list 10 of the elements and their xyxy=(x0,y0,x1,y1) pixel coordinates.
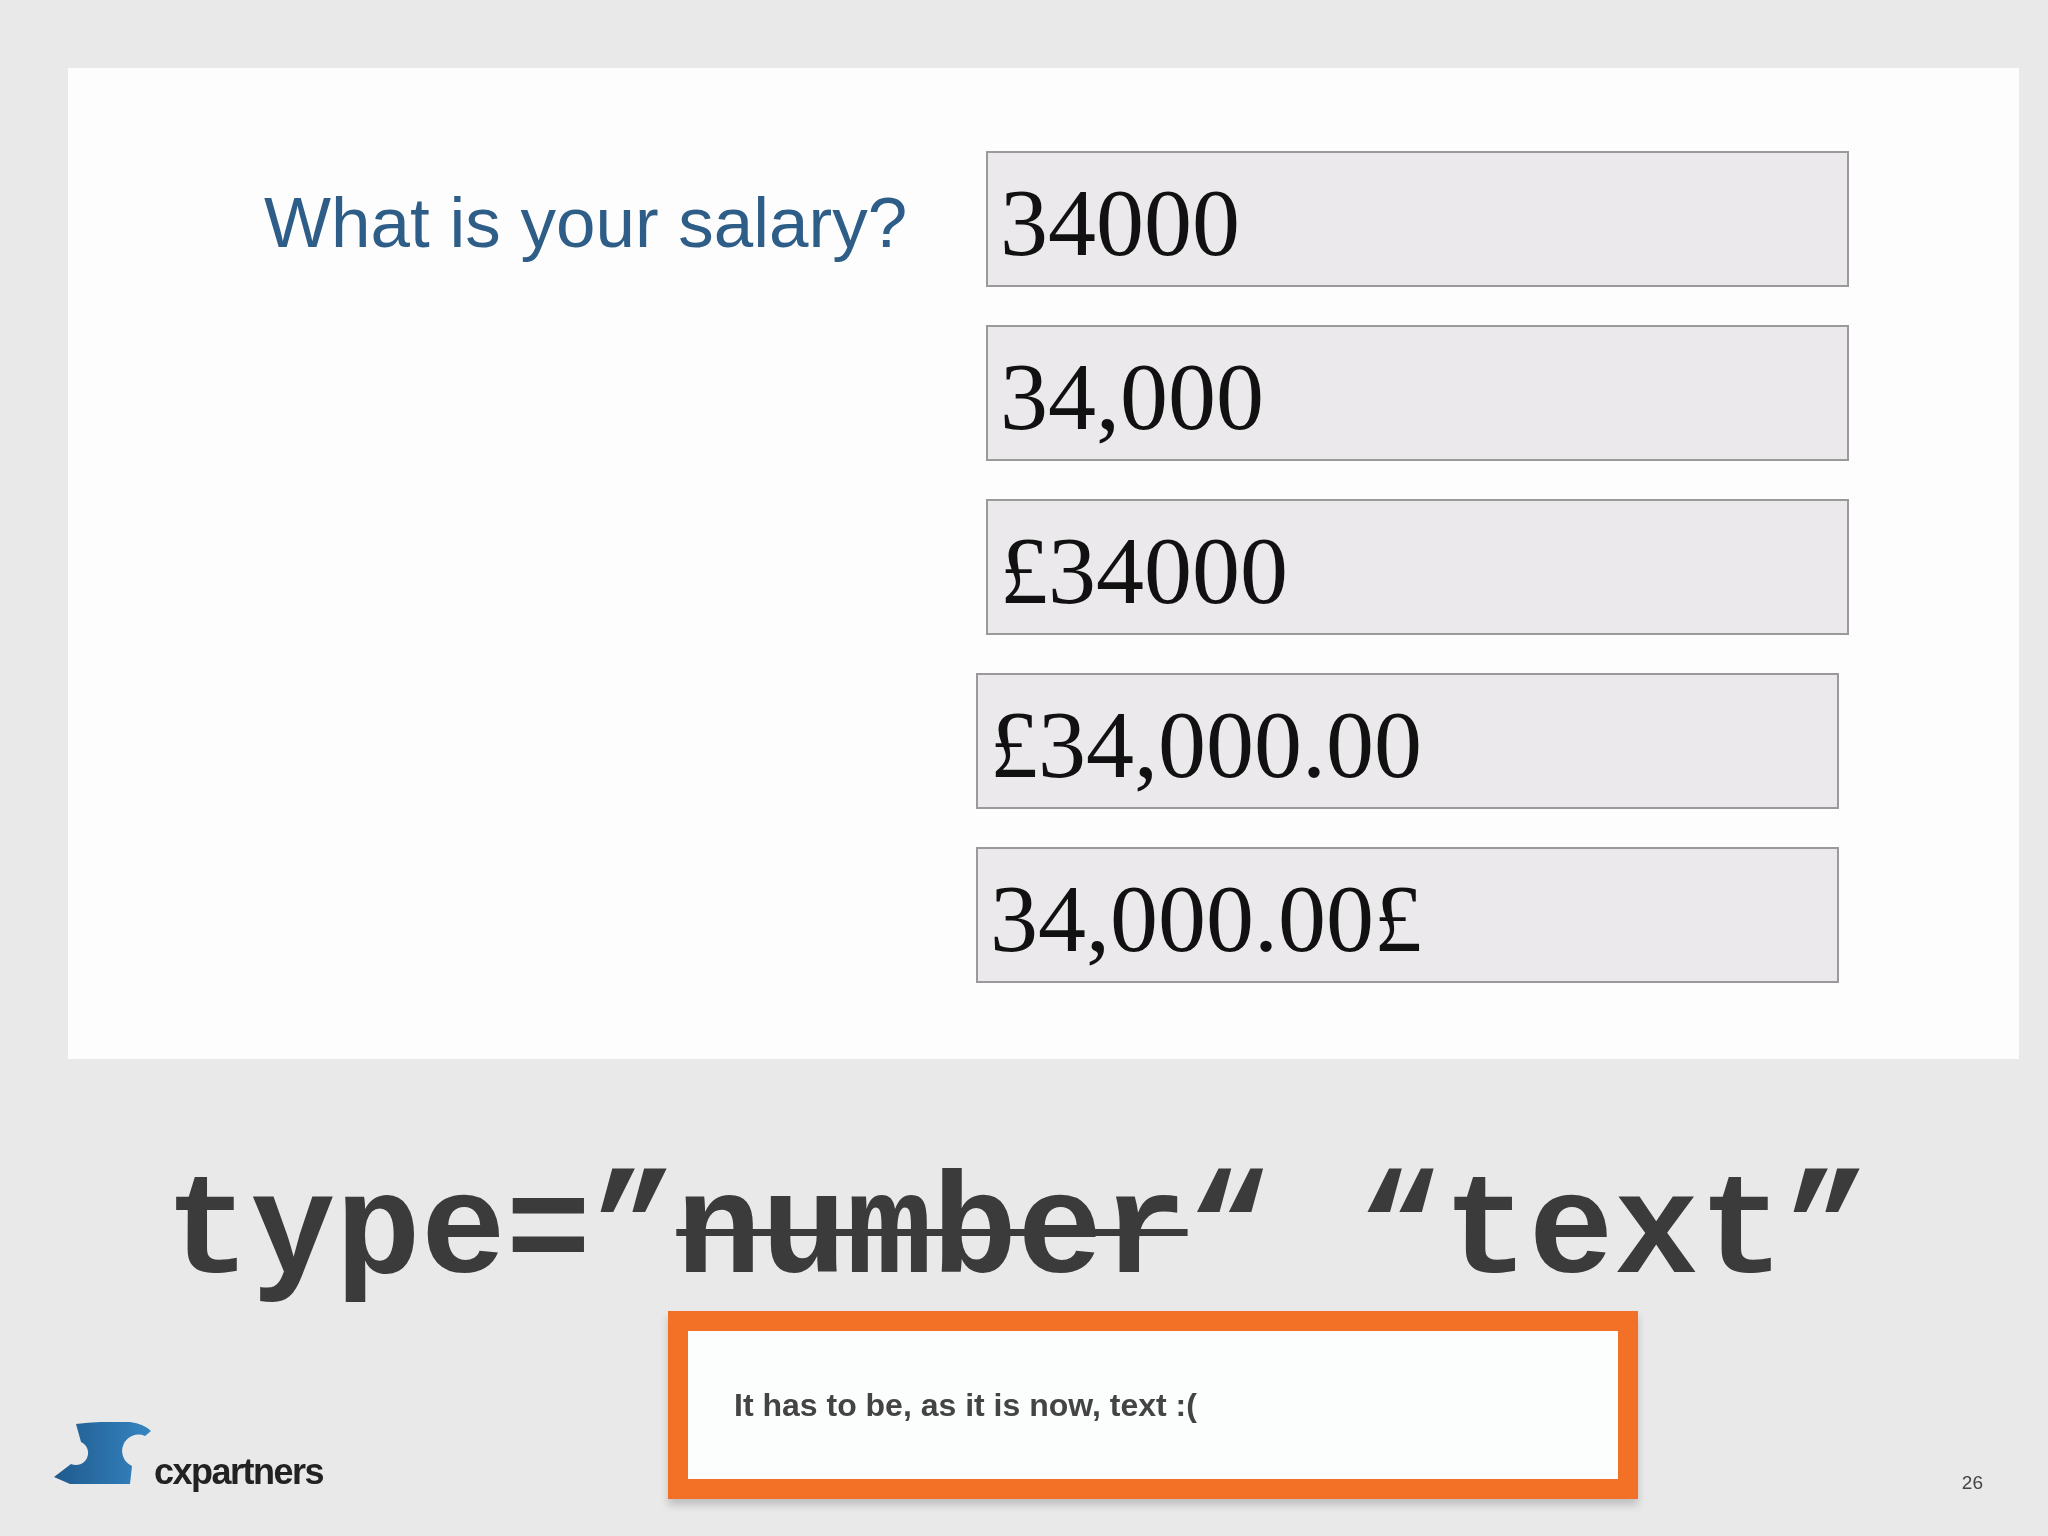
input-field[interactable]: 34,000.00£ xyxy=(976,847,1839,983)
input-field[interactable]: 34,000 xyxy=(986,325,1849,461)
input-field[interactable]: 34000 xyxy=(986,151,1849,287)
page-number: 26 xyxy=(1961,1473,1983,1492)
code-text: type=”number“ “text” xyxy=(165,1164,1870,1306)
input-field[interactable]: £34,000.00 xyxy=(976,673,1839,809)
logo-wordmark: cxpartners xyxy=(154,1454,324,1490)
logo-mark-icon xyxy=(54,1422,151,1484)
input-field[interactable]: £34000 xyxy=(986,499,1849,635)
note-text: It has to be, as it is now, text :( xyxy=(734,1386,1197,1424)
